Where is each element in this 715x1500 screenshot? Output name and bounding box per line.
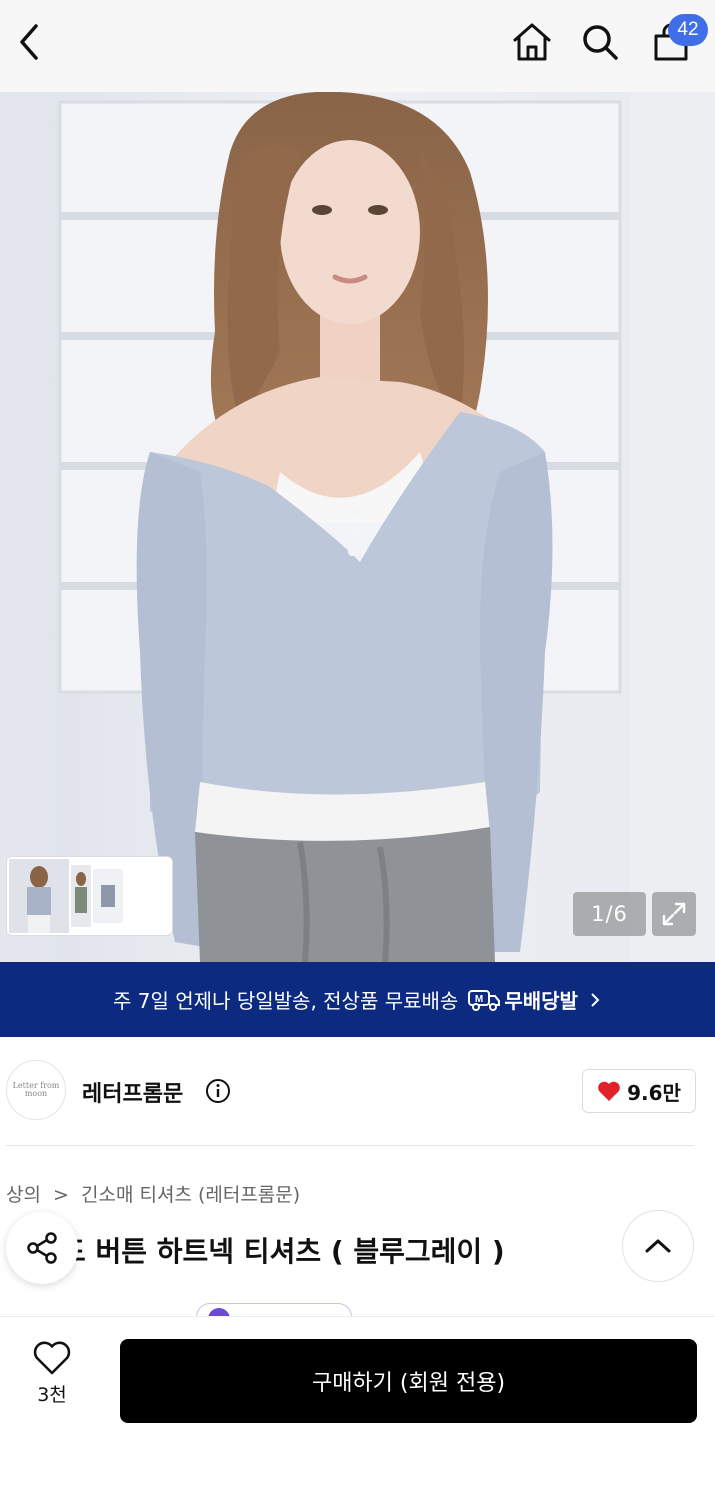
cart-count-badge: 42	[668, 14, 708, 46]
home-button[interactable]	[508, 18, 556, 66]
shipping-brand-badge: M	[475, 994, 483, 1005]
chevron-left-icon	[20, 24, 38, 60]
info-icon[interactable]	[205, 1078, 231, 1104]
home-icon	[513, 23, 551, 61]
shipping-promo-banner[interactable]: 주 7일 언제나 당일발송, 전상품 무료배송 M 무배당발	[0, 962, 715, 1037]
scroll-top-button[interactable]	[622, 1210, 694, 1282]
breadcrumb: 상의 > 긴소매 티셔츠 (레터프롬문)	[6, 1180, 300, 1207]
product-photo	[0, 92, 715, 962]
thumbnail-images	[9, 859, 123, 933]
store-like-count: 9.6만	[627, 1080, 681, 1105]
expand-image-button[interactable]	[652, 892, 696, 936]
store-name[interactable]: 레터프롬문	[82, 1076, 183, 1108]
shipping-promo-text: 주 7일 언제나 당일발송, 전상품 무료배송	[113, 989, 459, 1013]
breadcrumb-root[interactable]: 상의	[6, 1184, 41, 1206]
product-title: 드 버튼 하트넥 티셔츠 ( 블루그레이 )	[60, 1235, 505, 1268]
chevron-up-icon	[645, 1239, 671, 1253]
purchase-button[interactable]: 구매하기 (회원 전용)	[120, 1339, 697, 1423]
product-image-gallery[interactable]: 1/6	[0, 92, 715, 962]
back-button[interactable]	[8, 18, 52, 66]
shipping-brand: M 무배당발	[468, 985, 578, 1014]
heart-filled-icon	[598, 1081, 620, 1101]
expand-icon	[662, 902, 686, 926]
shipping-brand-label: 무배당발	[504, 989, 578, 1013]
share-icon	[27, 1232, 57, 1264]
heart-outline-icon	[33, 1341, 71, 1375]
delivery-truck-icon: M	[468, 989, 501, 1011]
top-navigation-bar: 42	[0, 0, 715, 92]
store-info-row: Letter from moon 레터프롬문 9.6만	[0, 1050, 715, 1134]
breadcrumb-separator: >	[53, 1184, 69, 1206]
divider	[6, 1145, 694, 1146]
wishlist-count: 3천	[37, 1384, 67, 1406]
store-like-button[interactable]: 9.6만	[582, 1069, 696, 1113]
store-logo[interactable]: Letter from moon	[6, 1060, 66, 1120]
search-button[interactable]	[576, 18, 624, 66]
image-counter: 1/6	[573, 892, 646, 936]
breadcrumb-category[interactable]: 긴소매 티셔츠 (레터프롬문)	[81, 1184, 300, 1206]
share-button[interactable]	[6, 1212, 78, 1284]
search-icon	[583, 25, 618, 60]
chevron-right-icon	[591, 992, 600, 1007]
thumbnail-strip[interactable]	[6, 856, 173, 936]
wishlist-button[interactable]: 3천	[24, 1340, 80, 1420]
